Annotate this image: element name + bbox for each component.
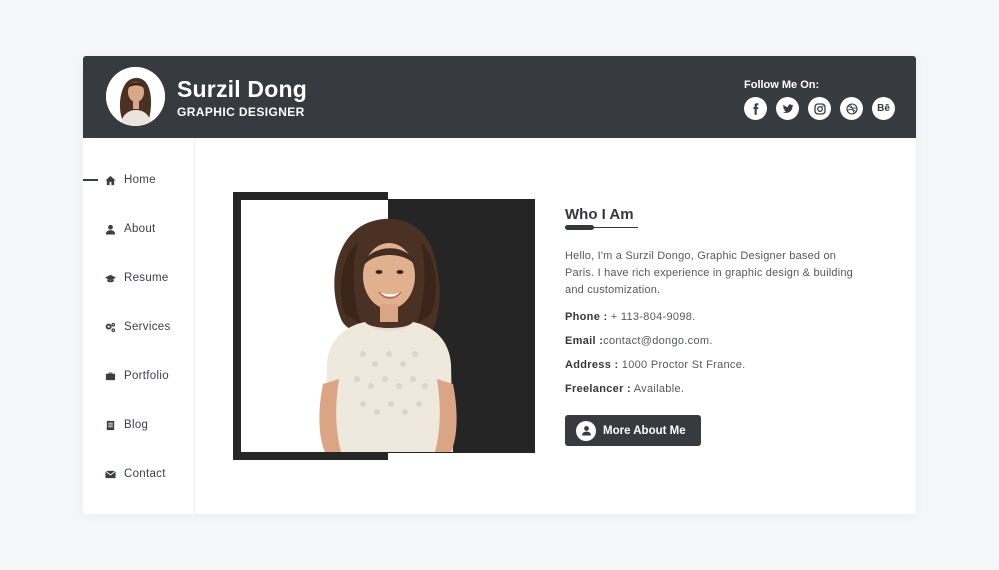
avatar bbox=[106, 67, 165, 126]
sidebar-item-label: Services bbox=[124, 321, 171, 333]
envelope-icon bbox=[105, 470, 116, 478]
info-freelancer: Freelancer : Available. bbox=[565, 383, 684, 395]
sidebar-item-resume[interactable]: Resume bbox=[105, 272, 169, 284]
facebook-icon[interactable] bbox=[744, 97, 767, 120]
freelancer-label: Freelancer : bbox=[565, 383, 631, 395]
sidebar-item-home[interactable]: Home bbox=[105, 174, 156, 186]
sidebar-item-label: Blog bbox=[124, 419, 149, 431]
active-indicator bbox=[83, 179, 98, 181]
graduation-cap-icon bbox=[105, 274, 116, 282]
twitter-icon[interactable] bbox=[776, 97, 799, 120]
address-value: 1000 Proctor St France. bbox=[618, 359, 746, 371]
instagram-icon[interactable] bbox=[808, 97, 831, 120]
more-about-me-label: More About Me bbox=[603, 424, 686, 437]
profile-role: GRAPHIC DESIGNER bbox=[177, 105, 305, 119]
header: Surzil Dong GRAPHIC DESIGNER Follow Me O… bbox=[83, 56, 916, 138]
cogs-icon bbox=[105, 322, 116, 332]
bio-text: Hello, I'm a Surzil Dongo, Graphic Desig… bbox=[565, 250, 853, 296]
info-phone: Phone : + 113-804-9098. bbox=[565, 311, 696, 323]
sidebar-item-label: Portfolio bbox=[124, 370, 169, 382]
home-icon bbox=[105, 175, 116, 185]
sidebar-item-label: Home bbox=[124, 174, 156, 186]
sidebar-item-contact[interactable]: Contact bbox=[105, 468, 166, 480]
email-value[interactable]: contact@dongo.com. bbox=[603, 335, 713, 347]
phone-label: Phone : bbox=[565, 311, 608, 323]
freelancer-value: Available. bbox=[630, 383, 685, 395]
sidebar-item-about[interactable]: About bbox=[105, 223, 156, 235]
sidebar-item-blog[interactable]: Blog bbox=[105, 419, 148, 431]
follow-label: Follow Me On: bbox=[744, 79, 820, 91]
dribbble-icon[interactable] bbox=[840, 97, 863, 120]
profile-name: Surzil Dong bbox=[177, 76, 307, 102]
info-email: Email :contact@dongo.com. bbox=[565, 335, 713, 347]
book-icon bbox=[106, 420, 115, 430]
user-icon bbox=[105, 224, 116, 235]
social-links: Bē bbox=[744, 97, 895, 120]
phone-value: + 113-804-9098. bbox=[607, 311, 696, 323]
profile-photo bbox=[319, 218, 457, 452]
section-title: Who I Am bbox=[565, 206, 634, 223]
more-about-me-button[interactable]: More About Me bbox=[565, 415, 701, 446]
profile-card: Surzil Dong GRAPHIC DESIGNER Follow Me O… bbox=[83, 56, 916, 514]
user-circle-icon bbox=[576, 420, 596, 441]
title-underline-accent bbox=[565, 225, 594, 230]
sidebar-item-services[interactable]: Services bbox=[105, 321, 171, 333]
info-address: Address : 1000 Proctor St France. bbox=[565, 359, 745, 371]
address-label: Address : bbox=[565, 359, 619, 371]
behance-label: Bē bbox=[877, 103, 890, 114]
email-label: Email : bbox=[565, 335, 604, 347]
behance-icon[interactable]: Bē bbox=[872, 97, 895, 120]
sidebar-item-label: About bbox=[124, 223, 156, 235]
sidebar-item-portfolio[interactable]: Portfolio bbox=[105, 370, 169, 382]
sidebar-nav: Home About Resume Services Portfolio Blo… bbox=[83, 138, 195, 514]
sidebar-item-label: Contact bbox=[124, 468, 166, 480]
briefcase-icon bbox=[105, 372, 116, 380]
sidebar-item-label: Resume bbox=[124, 272, 169, 284]
